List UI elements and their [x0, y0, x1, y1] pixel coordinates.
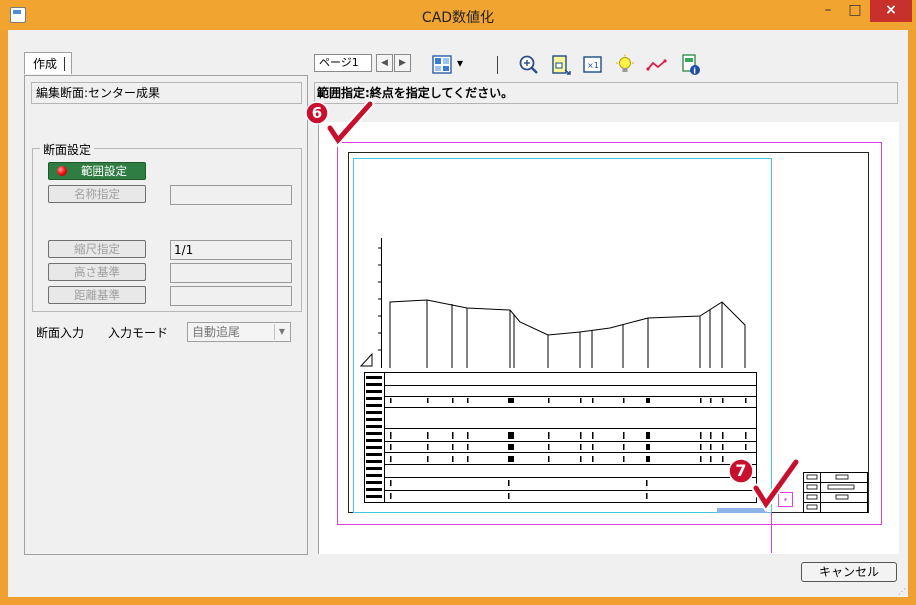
application-window: CAD数値化 – □ × 作成 編集断面:センター成果 断面設定 範囲設定 名称… [0, 0, 916, 605]
step-6-number: 6 [311, 104, 323, 122]
step-7-number: 7 [735, 461, 747, 480]
resize-grip-icon[interactable]: ⋰ [898, 587, 906, 596]
cancel-button[interactable]: キャンセル [801, 562, 897, 582]
step-7-marker [728, 457, 801, 513]
